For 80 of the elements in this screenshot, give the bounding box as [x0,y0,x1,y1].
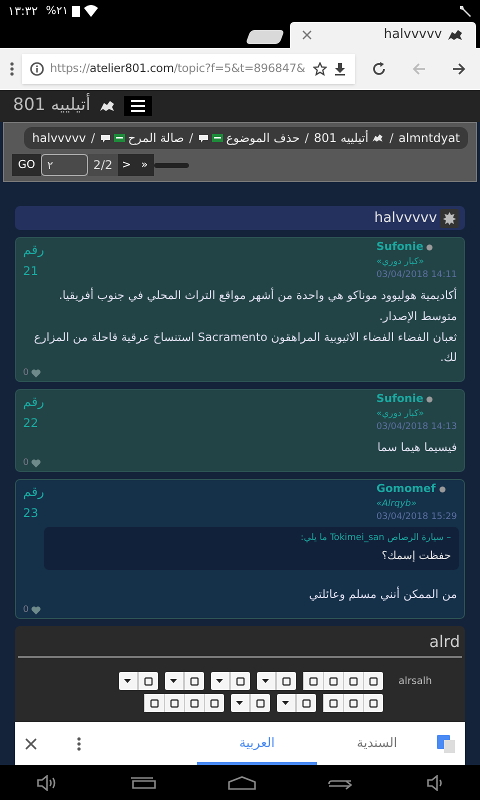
recent-apps-icon[interactable] [130,776,156,788]
post-date: 15:29 03/04/2018 [376,510,457,522]
gear-icon [440,208,459,228]
info-icon[interactable] [30,62,44,76]
status-dot-icon [426,244,434,251]
post-number-label: رقم [23,484,44,502]
post-text: ثعبان الفضاء الفضاء الاثيوبية المراهقون Sacramento استنساخ عرقية قاحلة من المزارع لك. [32,328,457,366]
heart-icon[interactable] [30,606,41,615]
browser-tab[interactable]: halvvvvv [290,22,476,48]
post-text: متوسط الإصدار. [378,308,457,325]
more-options-icon[interactable] [10,62,14,76]
breadcrumb-separator: / [389,130,394,147]
post-number[interactable]: 21 [23,262,38,280]
breadcrumb-link[interactable]: حذف الموضوع [226,129,300,147]
post-number-label: رقم [23,394,44,412]
battery-icon [72,5,80,17]
quote-header: – سيارة الرصاص Tokimei_san ما يلي: [300,532,451,544]
status-dot-icon [438,486,446,493]
close-icon[interactable] [25,738,37,750]
like-count: 0 [23,456,29,470]
post-date: 14:13 03/04/2018 [376,420,457,432]
user-rank: «Alrqyb» [376,498,417,510]
post-date: 14:11 03/04/2018 [376,268,457,280]
url-text: https://atelier801.com/topic?f=5&t=896847& [50,60,306,78]
next-page-button[interactable]: > [118,154,136,176]
translate-icon[interactable] [437,734,455,752]
flag-icon [114,134,126,142]
speech-bubble-icon [100,134,112,142]
last-page-button[interactable]: » [136,154,154,176]
menu-button[interactable] [124,96,152,116]
breadcrumb-separator: / [304,130,309,147]
user-rank: «كبار دوري» [376,408,424,420]
go-button[interactable]: GO [12,154,42,176]
tab-title: halvvvvv [384,26,442,44]
forward-icon[interactable] [451,61,467,77]
volume-up-icon[interactable] [36,774,58,790]
volume-down-icon[interactable] [426,774,444,790]
editor-label: alrsalh [398,675,432,689]
reload-icon[interactable] [371,61,387,77]
more-options-icon[interactable] [77,736,81,750]
language-tab[interactable]: السندية [317,722,437,765]
quote-text: حفظت إسمك؟ [380,548,451,564]
heart-icon[interactable] [30,368,41,378]
breadcrumb-link[interactable]: صالة المرح [128,129,184,147]
page-input-field[interactable]: ٢ [41,154,88,176]
post-number[interactable]: 23 [23,504,38,522]
breadcrumb-link[interactable]: almntdyat [398,129,460,147]
download-icon[interactable] [333,62,347,76]
topic-title: halvvvvv [374,208,437,228]
new-tab-button[interactable] [245,30,285,44]
like-count: 0 [23,366,29,380]
post-text: أكاديمية هوليوود موناكو هي واحدة من أشهر مواقع التراث المحلي في جنوب أفريقيا. [58,286,457,304]
breadcrumb-link[interactable]: أتيلييه 801 [314,129,368,147]
flag-icon [212,134,224,142]
clock: ١٣:٣٢ [8,3,38,20]
breadcrumb-separator: / [189,130,194,147]
post-text: فيسيما هيما سما [376,438,457,456]
post-number[interactable]: 22 [23,414,38,432]
status-dot-icon [426,396,434,403]
user-rank: «كبار دوري» [376,256,424,268]
speech-bubble-icon [198,134,210,142]
wrench-icon [458,4,472,18]
battery-level: %٢١ [46,2,68,19]
star-icon[interactable] [313,62,327,76]
wifi-icon [84,5,98,17]
heart-icon[interactable] [30,458,41,468]
address-field[interactable]: https://atelier801.com/topic?f=5&t=896847& [22,54,355,84]
author-name[interactable]: Gomomef [376,481,436,498]
close-icon[interactable] [302,30,312,40]
breadcrumb-separator: / [90,130,96,147]
post-text: من الممكن أنني مسلم وعائلتي [308,586,457,603]
like-count: 0 [23,604,29,616]
author-name[interactable]: Sufonie [376,239,424,256]
editor-title: alrd [428,631,461,653]
author-name[interactable]: Sufonie [376,391,424,408]
breadcrumb-link[interactable]: halvvvvv [32,129,86,147]
post-number-label: رقم [23,242,44,260]
page-count: 2/2 [88,154,118,176]
site-title[interactable]: أتيلييه 801 [13,93,90,119]
home-icon[interactable] [228,776,256,790]
